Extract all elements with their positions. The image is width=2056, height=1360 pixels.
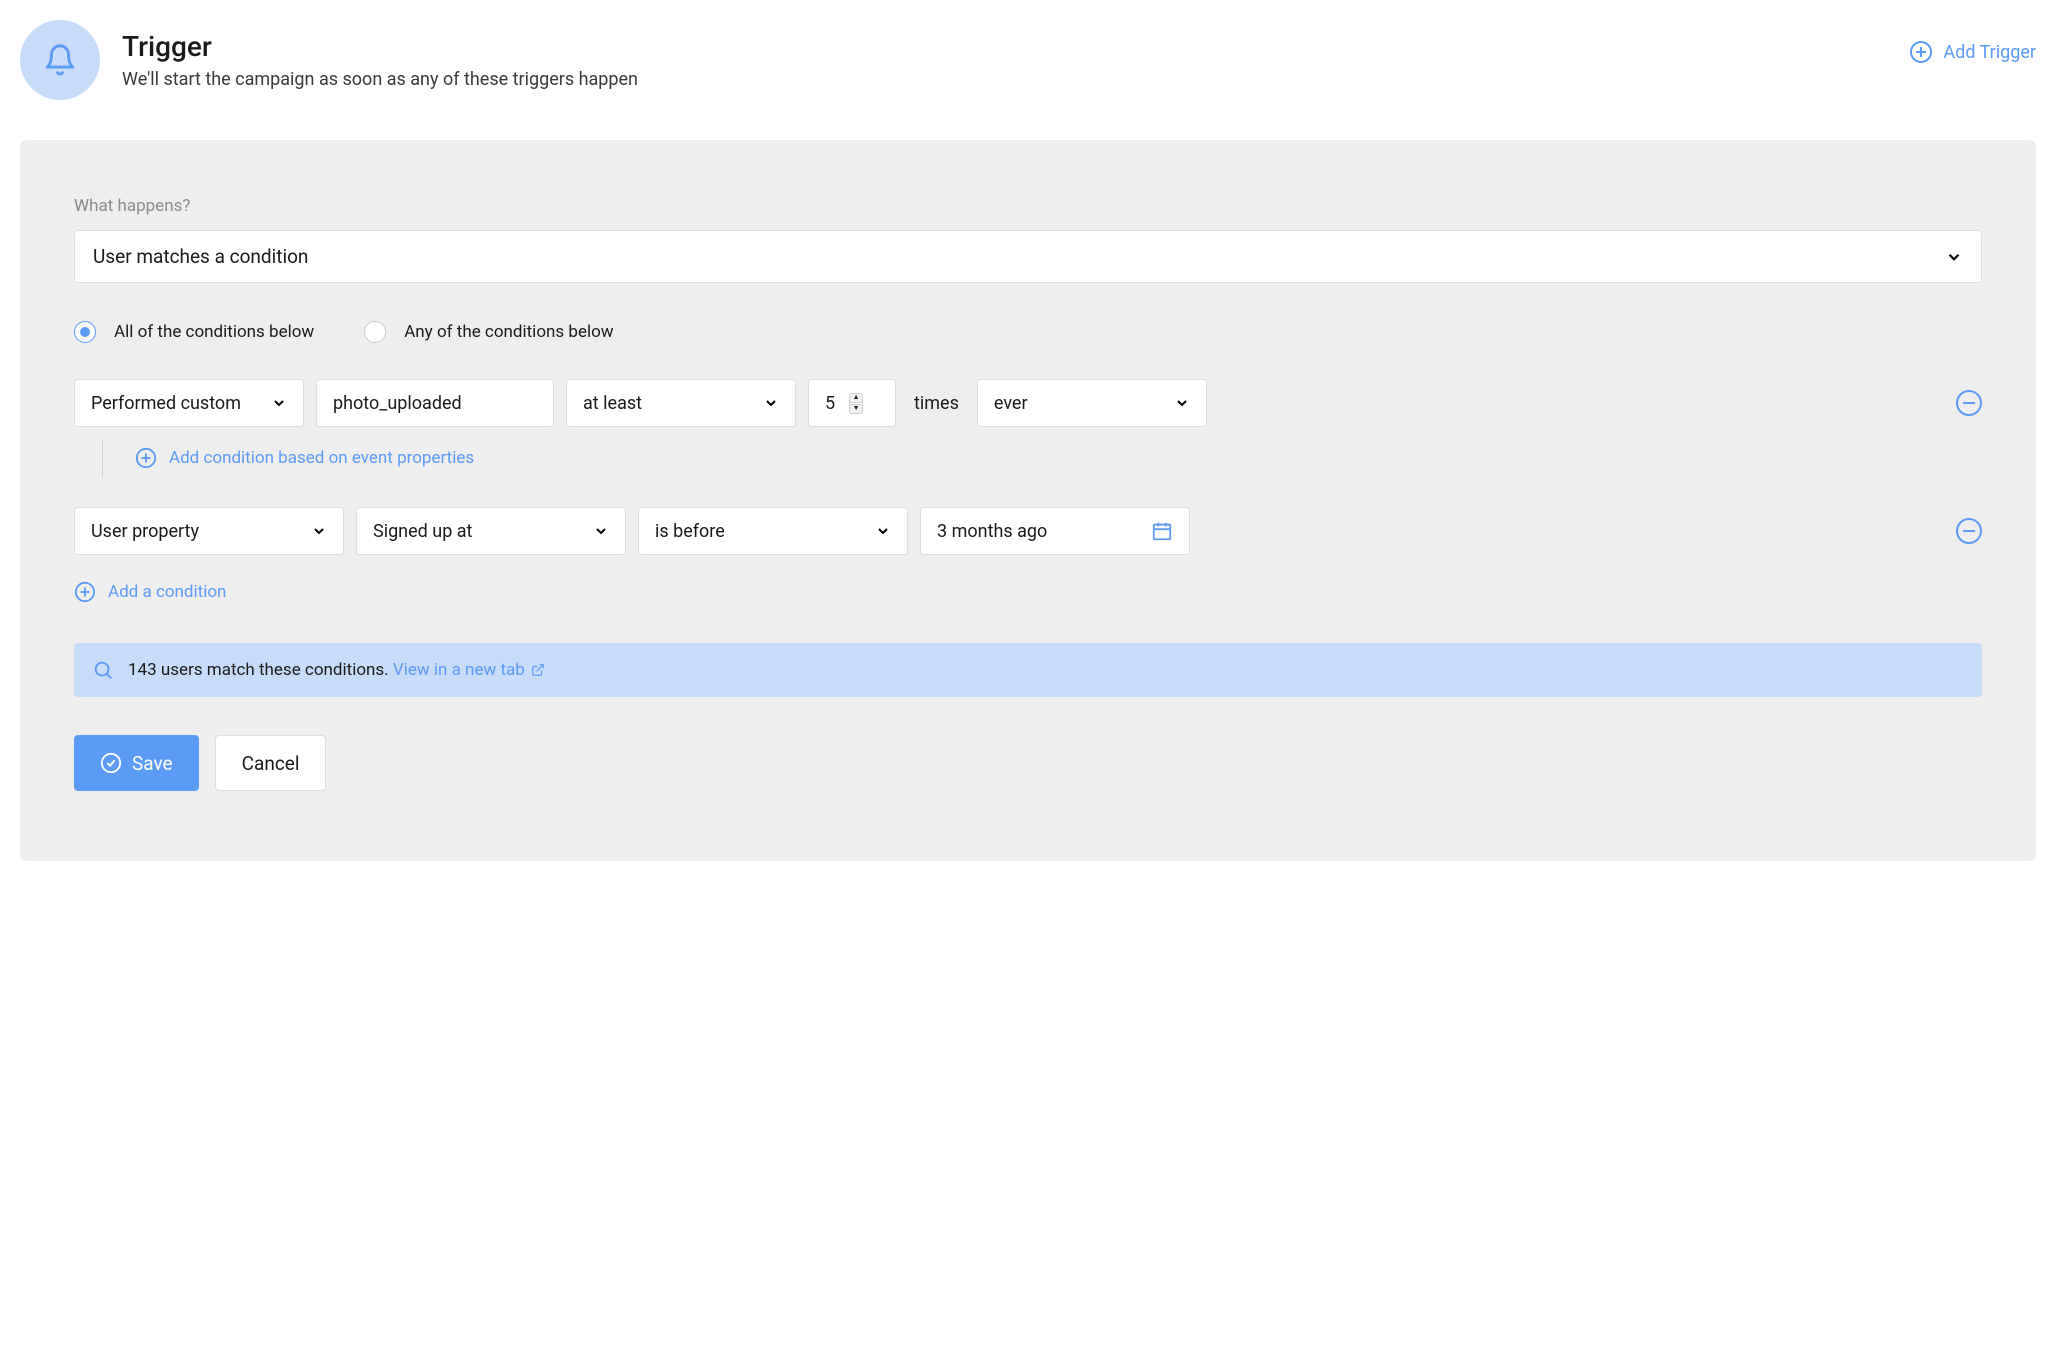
chevron-down-icon: [593, 523, 609, 539]
radio-selected-icon: [74, 321, 96, 343]
calendar-icon: [1151, 520, 1173, 542]
radio-unselected-icon: [364, 321, 386, 343]
radio-any-conditions[interactable]: Any of the conditions below: [364, 321, 613, 343]
condition-type-value: User property: [91, 521, 199, 542]
condition-type-select[interactable]: User property: [74, 507, 344, 555]
date-input[interactable]: 3 months ago: [920, 507, 1190, 555]
operator-select[interactable]: is before: [638, 507, 908, 555]
what-happens-label: What happens?: [74, 196, 1982, 216]
cancel-button[interactable]: Cancel: [215, 735, 327, 791]
page-subtitle: We'll start the campaign as soon as any …: [122, 69, 638, 90]
add-condition-label: Add a condition: [108, 582, 226, 602]
chevron-down-icon: [271, 395, 287, 411]
condition-type-value: Performed custom: [91, 393, 241, 414]
timeframe-select[interactable]: ever: [977, 379, 1207, 427]
trigger-config-card: What happens? User matches a condition A…: [20, 140, 2036, 861]
view-in-new-tab-link[interactable]: View in a new tab: [393, 660, 545, 680]
chevron-down-icon: [763, 395, 779, 411]
what-happens-select[interactable]: User matches a condition: [74, 230, 1982, 283]
cancel-label: Cancel: [242, 752, 300, 775]
remove-condition-button[interactable]: [1956, 390, 1982, 416]
chevron-down-icon: [1174, 395, 1190, 411]
check-circle-icon: [100, 752, 122, 774]
add-event-property-condition[interactable]: Add condition based on event properties: [102, 439, 1982, 477]
remove-condition-button[interactable]: [1956, 518, 1982, 544]
count-comparator-value: at least: [583, 393, 642, 414]
number-spinner: ▲ ▼: [849, 393, 863, 414]
condition-type-select[interactable]: Performed custom: [74, 379, 304, 427]
bell-icon: [43, 43, 77, 77]
event-name-input[interactable]: photo_uploaded: [316, 379, 554, 427]
chevron-down-icon: [875, 523, 891, 539]
trigger-icon: [20, 20, 100, 100]
chevron-down-icon: [311, 523, 327, 539]
search-icon: [92, 659, 114, 681]
chevron-down-icon: [1945, 248, 1963, 266]
property-value: Signed up at: [373, 521, 472, 542]
add-trigger-label: Add Trigger: [1943, 42, 2036, 63]
radio-any-label: Any of the conditions below: [404, 322, 613, 342]
operator-value: is before: [655, 521, 725, 542]
match-count-text: 143 users match these conditions.: [128, 660, 389, 680]
timeframe-value: ever: [994, 393, 1028, 414]
count-input[interactable]: 5 ▲ ▼: [808, 379, 896, 427]
radio-all-label: All of the conditions below: [114, 322, 314, 342]
condition-row: User property Signed up at is before 3 m…: [74, 507, 1982, 555]
spinner-up-button[interactable]: ▲: [849, 393, 863, 403]
plus-circle-icon: [1909, 40, 1933, 64]
add-trigger-button[interactable]: Add Trigger: [1909, 20, 2036, 64]
match-info-bar: 143 users match these conditions. View i…: [74, 643, 1982, 697]
times-label: times: [908, 393, 965, 414]
plus-circle-icon: [74, 581, 96, 603]
what-happens-value: User matches a condition: [93, 245, 308, 268]
plus-circle-icon: [135, 447, 157, 469]
add-condition-button[interactable]: Add a condition: [74, 581, 1982, 603]
save-label: Save: [132, 752, 173, 775]
event-name-value: photo_uploaded: [333, 393, 462, 414]
condition-row: Performed custom photo_uploaded at least…: [74, 379, 1982, 427]
date-value: 3 months ago: [937, 521, 1047, 542]
save-button[interactable]: Save: [74, 735, 199, 791]
property-select[interactable]: Signed up at: [356, 507, 626, 555]
spinner-down-button[interactable]: ▼: [849, 404, 863, 414]
view-link-label: View in a new tab: [393, 660, 525, 680]
page-title: Trigger: [122, 30, 638, 63]
count-value: 5: [825, 393, 835, 414]
count-comparator-select[interactable]: at least: [566, 379, 796, 427]
external-link-icon: [531, 663, 545, 677]
add-event-property-label: Add condition based on event properties: [169, 448, 474, 468]
radio-all-conditions[interactable]: All of the conditions below: [74, 321, 314, 343]
